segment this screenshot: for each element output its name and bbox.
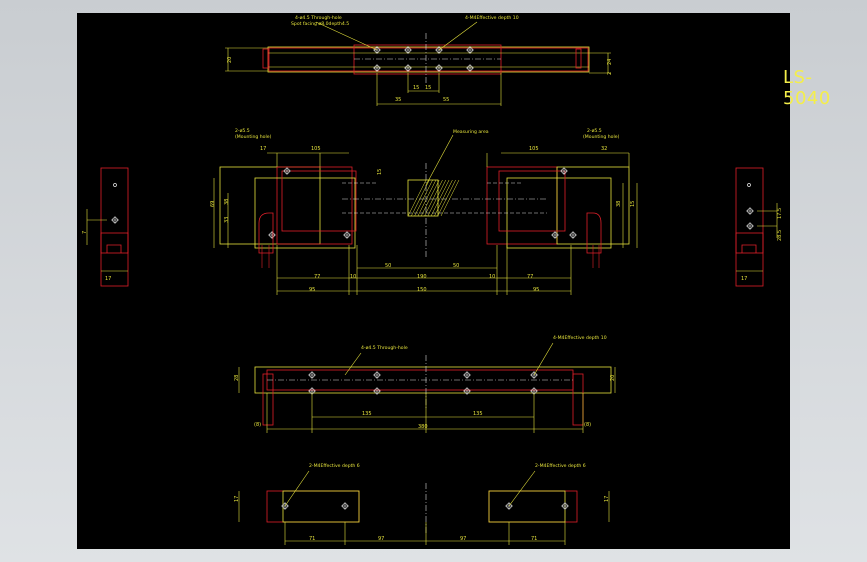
plan-view-dim-end-right: (8) <box>584 422 592 428</box>
plan-view-leader-left <box>344 352 362 376</box>
left-end-dim-height: 7 <box>82 230 88 234</box>
drawing-sheet[interactable]: LS-5040 4-ø4.5 Through-hole Spot facing … <box>77 13 830 549</box>
blocks-view-right-block <box>488 490 578 523</box>
measuring-area-hatch-3 <box>417 179 437 217</box>
front-dim-row1-2: 10 <box>350 274 357 280</box>
front-dim-top-4: 32 <box>601 146 608 152</box>
plan-view-dim-height-left: 28 <box>234 374 240 381</box>
right-end-view-upper-hole <box>747 183 751 187</box>
measuring-area-hatch-4 <box>420 179 440 217</box>
plan-view-dim-height-right: 20 <box>610 374 616 381</box>
measuring-area-hatch-9 <box>437 179 456 217</box>
front-view-left-head <box>281 170 357 232</box>
blocks-view-right-envelope <box>488 490 566 523</box>
top-view-dim-height-right: 24 <box>607 58 613 65</box>
right-end-dim-2: 28.5 <box>777 229 783 241</box>
top-view-note-through-hole: 4-ø4.5 Through-hole <box>295 16 342 21</box>
front-dim-side-left-2: 38 <box>224 198 230 205</box>
front-dim-row1-1: 77 <box>314 274 321 280</box>
top-view-right-stub <box>575 48 582 69</box>
plan-view-dim-end-left: (8) <box>254 422 262 428</box>
top-view-note-tapped-hole: 4-M4Effective depth 10 <box>465 16 519 21</box>
left-end-dim-width: 17 <box>105 276 112 282</box>
front-view-note-mounting-right-2: (Mounting hole) <box>583 135 620 140</box>
front-dim-side-right-2: 15 <box>630 200 636 207</box>
top-view-note-spot-facing: Spot facing ø8.0depth4.5 <box>291 22 350 27</box>
drawing-viewport[interactable]: LS-5040 4-ø4.5 Through-hole Spot facing … <box>0 0 867 562</box>
left-end-view-outline <box>100 167 129 287</box>
front-dim-row2-3: 95 <box>533 287 540 293</box>
top-view-dim-c: 15 <box>425 85 432 91</box>
top-view-dim-height-left: 20 <box>227 56 233 63</box>
top-view-left-stub <box>262 48 269 69</box>
blocks-view-leader-left <box>284 470 310 507</box>
front-dim-side-left-3: 33 <box>224 216 230 223</box>
measuring-area-hatch-2 <box>414 179 433 217</box>
measuring-area-hatch-1 <box>411 179 430 217</box>
top-view-dim-small: 2 <box>607 71 613 75</box>
plan-view-dim-overall: 380 <box>418 424 428 430</box>
measuring-area-hatch-6 <box>427 179 447 217</box>
top-view-dim-d: 55 <box>443 97 450 103</box>
blocks-view-dim-height-right: 17 <box>604 495 610 502</box>
left-end-view-notch <box>106 244 122 253</box>
right-end-dim-width: 17 <box>741 276 748 282</box>
front-view-note-mounting-left-2: (Mounting hole) <box>235 135 272 140</box>
measuring-area-hatch-5 <box>424 179 443 217</box>
left-end-view-upper-hole <box>113 183 117 187</box>
plan-view-note-tapped-hole: 4-M4Effective depth 10 <box>553 336 607 341</box>
left-end-view-band <box>100 232 129 254</box>
front-dim-side-left-1: 69 <box>210 200 216 207</box>
front-view-left-envelope <box>219 166 321 245</box>
top-view-rail-body <box>268 47 589 72</box>
front-view-right-head <box>498 170 566 232</box>
right-end-dim-1: 17.5 <box>777 207 783 219</box>
top-view-dim-a: 35 <box>395 97 402 103</box>
front-dim-row1-5: 77 <box>527 274 534 280</box>
measuring-area-hatch-7 <box>430 179 450 217</box>
top-view-rail-outline <box>267 46 590 73</box>
front-dim-top-2: 105 <box>311 146 321 152</box>
front-view-note-mounting-right: 2-ø5.5 <box>587 129 602 134</box>
plan-view-dim-spacing-2: 135 <box>473 411 483 417</box>
measuring-area-leader <box>425 134 454 186</box>
front-dim-center-marker: 15 <box>377 168 383 175</box>
blocks-view-dim-4: 71 <box>531 536 538 542</box>
blocks-view-dim-3: 97 <box>460 536 467 542</box>
front-dim-side-right-1: 38 <box>616 200 622 207</box>
front-view-right-sensor-block <box>486 166 558 245</box>
measuring-area-hatch-10 <box>440 179 460 217</box>
cad-drawing-canvas <box>86 21 778 545</box>
blocks-view-dim-1: 71 <box>309 536 316 542</box>
front-dim-row1-4: 10 <box>489 274 496 280</box>
measuring-area-hatch-0 <box>407 179 427 217</box>
blocks-view-dim-height-left: 17 <box>234 495 240 502</box>
top-view-leader-right <box>438 21 478 51</box>
front-dim-mid-3: 50 <box>453 263 460 269</box>
front-view-note-mounting-left: 2-ø5.5 <box>235 129 250 134</box>
blocks-view-note-left: 2-M4Effective depth 6 <box>309 464 360 469</box>
front-dim-row2-1: 95 <box>309 287 316 293</box>
drawing-title: LS-5040 <box>783 67 831 109</box>
front-view-note-measuring-area: Measuring area <box>453 130 489 135</box>
blocks-view-note-right: 2-M4Effective depth 6 <box>535 464 586 469</box>
plan-view-note-through-hole: 4-ø4.5 Through-hole <box>361 346 408 351</box>
plan-view-left-stub <box>262 373 274 426</box>
right-end-view-notch <box>741 244 757 253</box>
plan-view-dim-spacing-1: 135 <box>362 411 372 417</box>
right-end-view-outline <box>735 167 764 287</box>
front-dim-top-1: 17 <box>260 146 267 152</box>
measuring-area-hatch-8 <box>434 179 453 217</box>
plan-view-right-stub <box>572 373 584 426</box>
right-end-view-band <box>735 232 764 254</box>
front-dim-row2-2: 150 <box>417 287 427 293</box>
blocks-view-leader-right <box>508 470 536 507</box>
top-view-dim-b: 15 <box>413 85 420 91</box>
front-view-left-sensor-block <box>276 166 353 245</box>
front-dim-top-3: 105 <box>529 146 539 152</box>
blocks-view-dim-2: 97 <box>378 536 385 542</box>
front-dim-row1-3: 190 <box>417 274 427 280</box>
front-dim-mid-1: 50 <box>385 263 392 269</box>
